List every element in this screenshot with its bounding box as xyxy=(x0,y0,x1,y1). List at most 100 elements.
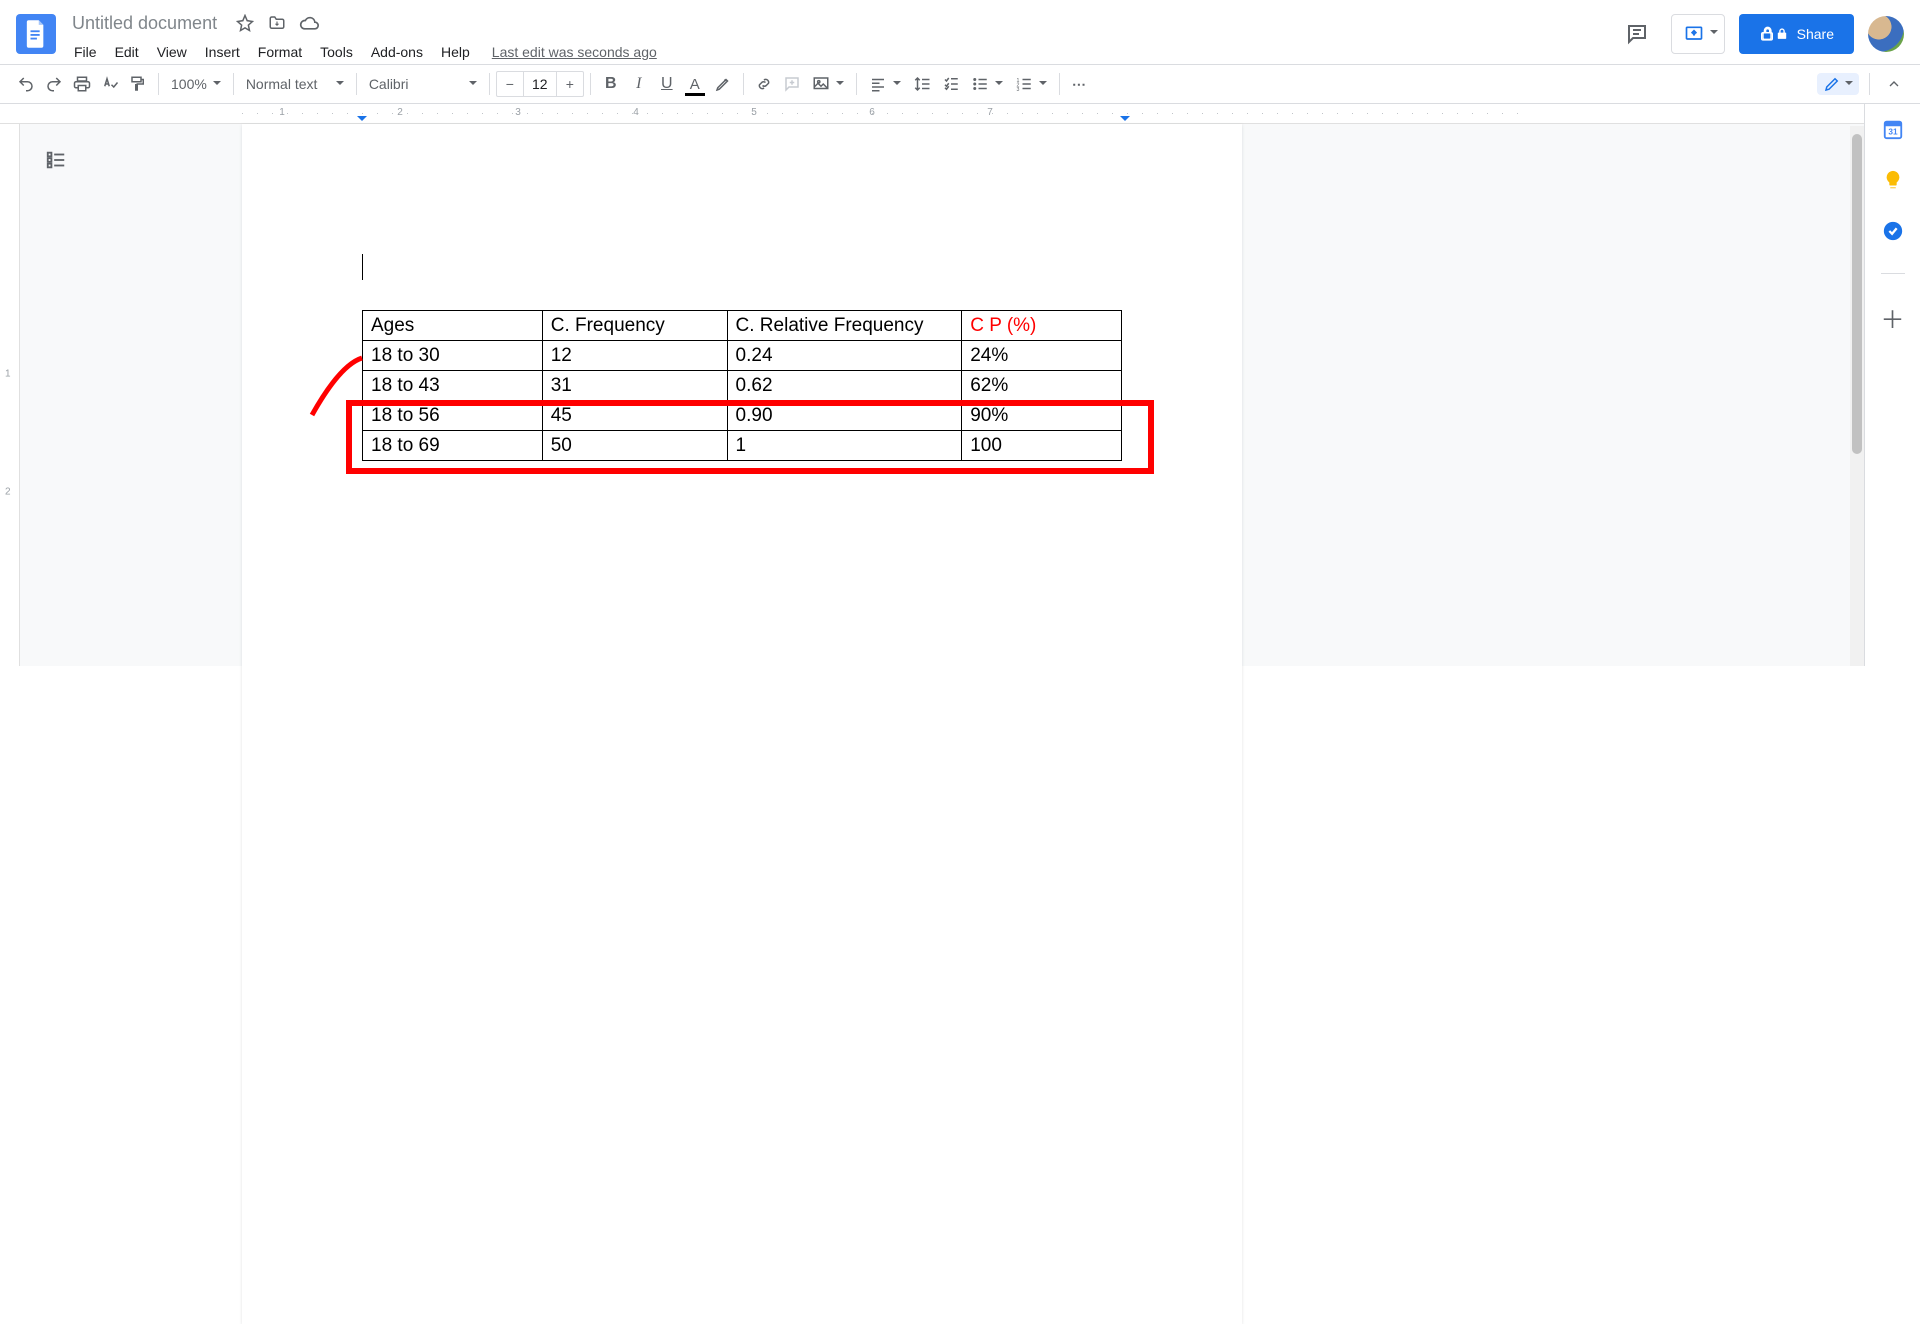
lock-icon xyxy=(1775,27,1789,41)
table-row[interactable]: 18 to 69 50 1 100 xyxy=(363,431,1122,461)
checklist-button[interactable] xyxy=(937,70,965,98)
table-row[interactable]: 18 to 30 12 0.24 24% xyxy=(363,341,1122,371)
insert-link-button[interactable] xyxy=(750,70,778,98)
align-dropdown[interactable] xyxy=(863,70,907,98)
get-addons-button[interactable]: ＋ xyxy=(1881,300,1905,335)
table-header-cell[interactable]: C. Frequency xyxy=(542,311,727,341)
calendar-icon[interactable]: 31 xyxy=(1882,118,1904,145)
menu-format[interactable]: Format xyxy=(250,40,310,64)
ruler-tick: 1 xyxy=(279,107,285,118)
paint-format-button[interactable] xyxy=(124,70,152,98)
svg-text:31: 31 xyxy=(1888,128,1898,137)
table-cell[interactable]: 12 xyxy=(542,341,727,371)
table-row[interactable]: 18 to 43 31 0.62 62% xyxy=(363,371,1122,401)
last-edit-link[interactable]: Last edit was seconds ago xyxy=(492,40,657,64)
vertical-ruler[interactable]: 1 2 xyxy=(0,124,20,666)
menu-help[interactable]: Help xyxy=(433,40,478,64)
keep-icon[interactable] xyxy=(1882,169,1904,196)
cloud-status-icon[interactable] xyxy=(299,13,319,33)
table-cell[interactable]: 0.90 xyxy=(727,401,962,431)
share-button[interactable]: Share xyxy=(1739,14,1854,54)
style-value: Normal text xyxy=(246,76,318,92)
table-cell[interactable]: 1 xyxy=(727,431,962,461)
table-cell[interactable]: 90% xyxy=(962,401,1122,431)
line-spacing-dropdown[interactable] xyxy=(907,70,937,98)
font-size-input[interactable]: 12 xyxy=(523,72,557,96)
chevron-down-icon xyxy=(1710,25,1718,43)
horizontal-ruler[interactable]: 1 2 3 4 5 6 7 xyxy=(0,104,1864,124)
table-cell[interactable]: 18 to 43 xyxy=(363,371,543,401)
pencil-icon xyxy=(1823,75,1841,93)
ruler-tick: 2 xyxy=(5,487,11,498)
open-comments-button[interactable] xyxy=(1617,14,1657,54)
tasks-icon[interactable] xyxy=(1882,220,1904,247)
chevron-down-icon xyxy=(893,76,901,92)
italic-button[interactable]: I xyxy=(625,70,653,98)
font-size-decrease[interactable]: − xyxy=(497,72,523,96)
ruler-tick: 4 xyxy=(633,107,639,118)
document-page[interactable]: Ages C. Frequency C. Relative Frequency … xyxy=(242,124,1242,1324)
share-label: Share xyxy=(1797,26,1834,42)
table-cell[interactable]: 18 to 56 xyxy=(363,401,543,431)
side-panel: 31 ＋ xyxy=(1864,104,1920,666)
data-table[interactable]: Ages C. Frequency C. Relative Frequency … xyxy=(362,310,1122,461)
account-avatar[interactable] xyxy=(1868,16,1904,52)
chevron-down-icon xyxy=(1845,76,1853,92)
move-icon[interactable] xyxy=(267,13,287,33)
chevron-down-icon xyxy=(469,76,477,92)
table-cell[interactable]: 31 xyxy=(542,371,727,401)
table-cell[interactable]: 50 xyxy=(542,431,727,461)
star-icon[interactable] xyxy=(235,13,255,33)
table-row[interactable]: 18 to 56 45 0.90 90% xyxy=(363,401,1122,431)
table-cell[interactable]: 45 xyxy=(542,401,727,431)
menu-tools[interactable]: Tools xyxy=(312,40,361,64)
table-header-row[interactable]: Ages C. Frequency C. Relative Frequency … xyxy=(363,311,1122,341)
menu-view[interactable]: View xyxy=(149,40,195,64)
add-comment-button[interactable] xyxy=(778,70,806,98)
table-cell[interactable]: 18 to 69 xyxy=(363,431,543,461)
print-button[interactable] xyxy=(68,70,96,98)
text-color-button[interactable]: A xyxy=(681,70,709,98)
annotation-arrow xyxy=(282,310,382,510)
docs-logo-icon[interactable] xyxy=(16,14,56,54)
table-cell[interactable]: 24% xyxy=(962,341,1122,371)
table-cell[interactable]: 0.24 xyxy=(727,341,962,371)
menu-insert[interactable]: Insert xyxy=(197,40,248,64)
table-header-cell[interactable]: C. Relative Frequency xyxy=(727,311,962,341)
chevron-down-icon xyxy=(995,76,1003,92)
table-header-cell[interactable]: C P (%) xyxy=(962,311,1122,341)
show-outline-button[interactable] xyxy=(38,142,74,178)
vertical-scrollbar[interactable] xyxy=(1850,126,1864,666)
bulleted-list-dropdown[interactable] xyxy=(965,70,1009,98)
numbered-list-dropdown[interactable]: 123 xyxy=(1009,70,1053,98)
menu-addons[interactable]: Add-ons xyxy=(363,40,431,64)
table-cell[interactable]: 62% xyxy=(962,371,1122,401)
table-cell[interactable]: 18 to 30 xyxy=(363,341,543,371)
scrollbar-thumb[interactable] xyxy=(1852,134,1862,454)
collapse-toolbar-button[interactable] xyxy=(1880,70,1908,98)
divider xyxy=(1881,273,1905,274)
menu-edit[interactable]: Edit xyxy=(107,40,147,64)
present-button[interactable] xyxy=(1671,14,1725,54)
zoom-dropdown[interactable]: 100% xyxy=(165,70,227,98)
table-cell[interactable]: 0.62 xyxy=(727,371,962,401)
title-bar: Untitled document File Edit View Insert … xyxy=(0,0,1920,64)
spellcheck-button[interactable] xyxy=(96,70,124,98)
font-dropdown[interactable]: Calibri xyxy=(363,70,483,98)
undo-button[interactable] xyxy=(12,70,40,98)
redo-button[interactable] xyxy=(40,70,68,98)
underline-button[interactable]: U xyxy=(653,70,681,98)
font-value: Calibri xyxy=(369,76,409,92)
insert-image-dropdown[interactable] xyxy=(806,70,850,98)
ruler-tick: 1 xyxy=(5,369,11,380)
menu-file[interactable]: File xyxy=(66,40,105,64)
font-size-increase[interactable]: + xyxy=(557,72,583,96)
paragraph-style-dropdown[interactable]: Normal text xyxy=(240,70,350,98)
bold-button[interactable]: B xyxy=(597,70,625,98)
table-header-cell[interactable]: Ages xyxy=(363,311,543,341)
more-tools-button[interactable]: ⋯ xyxy=(1066,70,1094,98)
document-title[interactable]: Untitled document xyxy=(66,11,223,36)
editing-mode-dropdown[interactable] xyxy=(1817,73,1859,95)
highlight-button[interactable] xyxy=(709,70,737,98)
table-cell[interactable]: 100 xyxy=(962,431,1122,461)
